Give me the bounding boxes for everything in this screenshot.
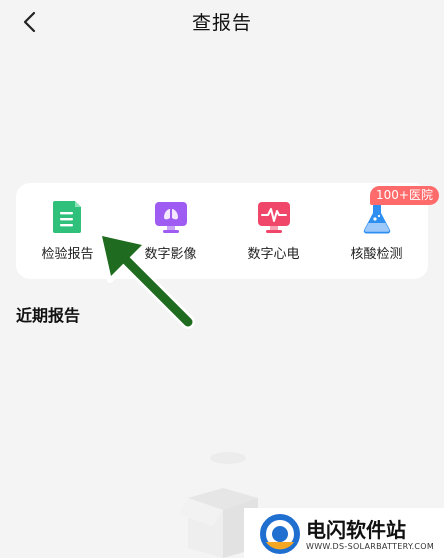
service-label: 数字心电 bbox=[247, 247, 300, 262]
watermark-logo-icon bbox=[260, 514, 300, 554]
top-bar: 查报告 bbox=[0, 0, 444, 44]
document-report-icon bbox=[53, 201, 81, 233]
watermark: 电闪软件站 WWW.DS-SOLARBATTERY.COM bbox=[244, 508, 444, 558]
service-digital-ecg[interactable]: 数字心电 bbox=[222, 183, 325, 279]
report-services-card: 检验报告 数字影像 数字心电 核酸检测 bbox=[16, 183, 428, 279]
recent-reports-heading: 近期报告 bbox=[16, 306, 81, 325]
watermark-url: WWW.DS-SOLARBATTERY.COM bbox=[306, 542, 435, 551]
hospital-count-badge: 100+医院 bbox=[370, 186, 439, 205]
monitor-ecg-icon bbox=[258, 202, 290, 233]
page-title: 查报告 bbox=[191, 12, 252, 34]
service-label: 核酸检测 bbox=[350, 247, 403, 262]
arrow-pointer-icon bbox=[97, 231, 195, 329]
watermark-title: 电闪软件站 bbox=[306, 518, 406, 542]
